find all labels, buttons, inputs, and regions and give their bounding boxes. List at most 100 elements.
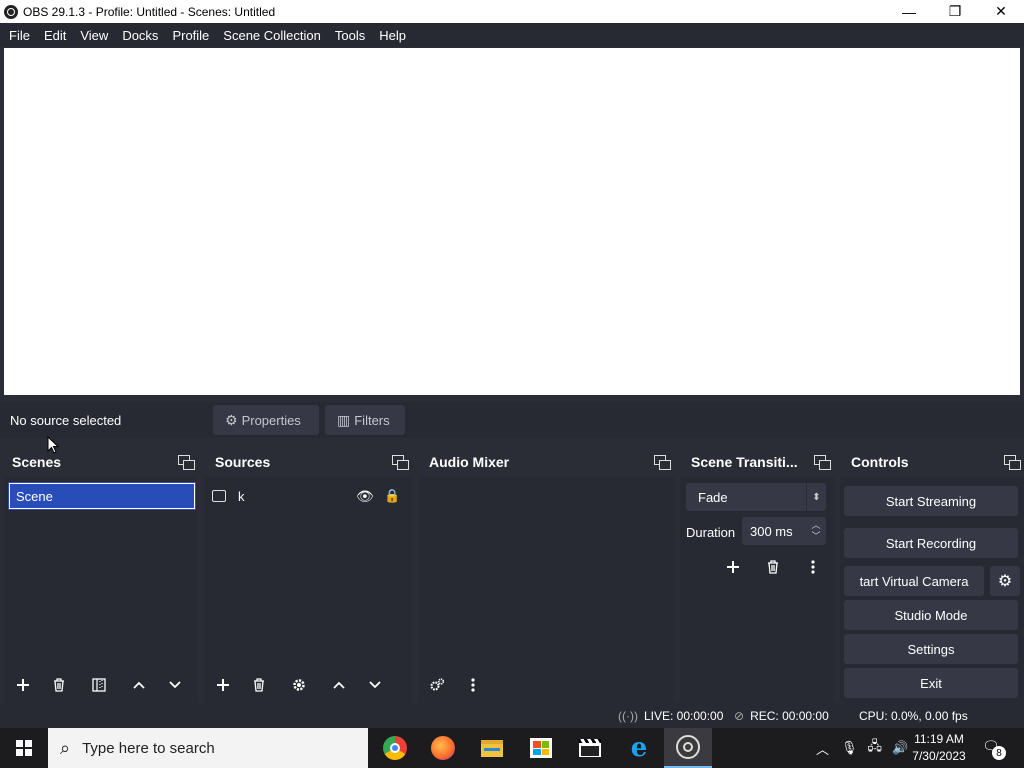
folder-icon bbox=[481, 739, 503, 757]
preview-canvas[interactable] bbox=[4, 48, 1020, 395]
scenes-title: Scenes bbox=[12, 454, 62, 470]
add-source-button[interactable] bbox=[208, 671, 238, 699]
gears-icon bbox=[430, 678, 445, 691]
start-recording-button[interactable]: Start Recording bbox=[844, 528, 1018, 558]
close-button[interactable]: ✕ bbox=[978, 0, 1024, 23]
lock-icon[interactable]: 🔒 bbox=[384, 488, 400, 504]
ie-icon: e bbox=[630, 733, 648, 763]
sources-dock: Sources k 👁 🔒 bbox=[204, 447, 412, 703]
live-status: ((·)) LIVE: 00:00:00 bbox=[618, 709, 723, 723]
move-source-up-button[interactable] bbox=[324, 671, 354, 699]
properties-label: Properties bbox=[241, 412, 301, 428]
start-button[interactable] bbox=[0, 728, 48, 768]
duration-value: 300 ms bbox=[750, 523, 793, 539]
taskbar-file-explorer[interactable] bbox=[468, 728, 516, 768]
start-virtual-camera-button[interactable]: tart Virtual Camera bbox=[844, 566, 984, 596]
menu-scene-collection[interactable]: Scene Collection bbox=[218, 28, 326, 43]
virtual-camera-settings-button[interactable]: ⚙ bbox=[990, 566, 1020, 596]
monitor-icon bbox=[212, 490, 226, 502]
clapperboard-icon bbox=[579, 739, 601, 757]
move-scene-down-button[interactable] bbox=[160, 671, 190, 699]
trash-icon bbox=[254, 678, 264, 692]
remove-source-button[interactable] bbox=[244, 671, 274, 699]
undock-icon[interactable] bbox=[178, 455, 195, 470]
menu-file[interactable]: File bbox=[4, 28, 35, 43]
maximize-button[interactable]: ❐ bbox=[932, 0, 978, 23]
exit-button[interactable]: Exit bbox=[844, 668, 1018, 698]
menu-docks[interactable]: Docks bbox=[117, 28, 163, 43]
menu-profile[interactable]: Profile bbox=[167, 28, 214, 43]
taskbar-obs[interactable] bbox=[664, 728, 712, 768]
show-hidden-icons-chevron-icon[interactable]: ︿ bbox=[816, 739, 829, 758]
start-streaming-button[interactable]: Start Streaming bbox=[844, 486, 1018, 516]
remove-transition-button[interactable] bbox=[758, 553, 788, 581]
source-status: No source selected bbox=[10, 413, 122, 428]
plus-icon bbox=[17, 679, 29, 691]
settings-button[interactable]: Settings bbox=[844, 634, 1018, 664]
windows-taskbar: ⌕ Type here to search e ︿ 🎙 🖧 🔊 11:19 AM… bbox=[0, 728, 1024, 768]
chevron-down-icon bbox=[169, 681, 181, 689]
context-bar: No source selected ⚙ Properties ▥ Filter… bbox=[0, 402, 1024, 438]
title-bar: OBS 29.1.3 - Profile: Untitled - Scenes:… bbox=[0, 0, 1024, 23]
transition-menu-button[interactable] bbox=[798, 553, 828, 581]
menu-edit[interactable]: Edit bbox=[39, 28, 71, 43]
filter-icon: ▥ bbox=[337, 411, 351, 428]
taskbar-search[interactable]: ⌕ Type here to search bbox=[48, 728, 368, 768]
transitions-title: Scene Transiti... bbox=[691, 454, 798, 470]
taskbar-chrome[interactable] bbox=[371, 728, 419, 768]
spin-arrows-icon[interactable]: ︿ ﹀ bbox=[806, 517, 826, 545]
mouse-cursor-icon bbox=[47, 436, 59, 454]
source-properties-button[interactable] bbox=[284, 671, 314, 699]
search-placeholder: Type here to search bbox=[82, 739, 215, 757]
audio-menu-button[interactable] bbox=[458, 671, 488, 699]
plus-icon bbox=[727, 561, 739, 573]
move-source-down-button[interactable] bbox=[360, 671, 390, 699]
taskbar-store[interactable] bbox=[517, 728, 565, 768]
status-bar: ((·)) LIVE: 00:00:00 ⊘ REC: 00:00:00 CPU… bbox=[0, 703, 1024, 728]
action-center-button[interactable]: 🗨 8 bbox=[982, 738, 1006, 760]
clock-time: 11:19 AM bbox=[914, 732, 964, 746]
search-icon: ⌕ bbox=[60, 737, 71, 758]
add-scene-button[interactable] bbox=[8, 671, 38, 699]
menu-view[interactable]: View bbox=[75, 28, 113, 43]
network-icon[interactable]: 🖧 bbox=[868, 737, 883, 759]
properties-button[interactable]: ⚙ Properties bbox=[213, 405, 319, 435]
audio-mixer-dock: Audio Mixer bbox=[418, 447, 674, 703]
taskbar-internet-explorer[interactable]: e bbox=[615, 728, 663, 768]
scene-list-item[interactable]: Scene bbox=[8, 482, 196, 510]
transition-select[interactable]: Fade ⬍ bbox=[686, 483, 826, 511]
filters-button[interactable]: ▥ Filters bbox=[325, 405, 405, 435]
studio-mode-button[interactable]: Studio Mode bbox=[844, 600, 1018, 630]
menu-bar: File Edit View Docks Profile Scene Colle… bbox=[0, 23, 1024, 47]
audio-mixer-title: Audio Mixer bbox=[429, 454, 510, 470]
chevron-up-icon bbox=[333, 681, 345, 689]
undock-icon[interactable] bbox=[392, 455, 409, 470]
taskbar-firefox[interactable] bbox=[419, 728, 467, 768]
chevron-down-icon bbox=[369, 681, 381, 689]
undock-icon[interactable] bbox=[1004, 455, 1021, 470]
taskbar-video-editor[interactable] bbox=[566, 728, 614, 768]
microphone-icon[interactable]: 🎙 bbox=[841, 740, 858, 756]
minimize-button[interactable]: — bbox=[886, 0, 932, 23]
duration-spinbox[interactable]: 300 ms ︿ ﹀ bbox=[742, 517, 826, 545]
undock-icon[interactable] bbox=[654, 455, 671, 470]
window-title: OBS 29.1.3 - Profile: Untitled - Scenes:… bbox=[23, 4, 276, 19]
transition-selected: Fade bbox=[698, 489, 728, 505]
move-scene-up-button[interactable] bbox=[124, 671, 154, 699]
source-list-item[interactable]: k 👁 🔒 bbox=[212, 483, 402, 509]
rec-time: REC: 00:00:00 bbox=[750, 709, 829, 723]
scene-filters-button[interactable] bbox=[84, 671, 114, 699]
controls-title: Controls bbox=[851, 454, 909, 470]
obs-logo-icon bbox=[4, 4, 18, 19]
menu-tools[interactable]: Tools bbox=[330, 28, 370, 43]
source-name: k bbox=[238, 488, 245, 504]
visibility-eye-icon[interactable]: 👁 bbox=[356, 488, 374, 505]
advanced-audio-button[interactable] bbox=[422, 671, 452, 699]
undock-icon[interactable] bbox=[814, 455, 831, 470]
up-down-arrow-icon: ⬍ bbox=[806, 483, 826, 511]
taskbar-clock[interactable]: 11:19 AM 7/30/2023 bbox=[906, 731, 972, 765]
remove-scene-button[interactable] bbox=[44, 671, 74, 699]
add-transition-button[interactable] bbox=[718, 553, 748, 581]
trash-icon bbox=[768, 560, 778, 574]
menu-help[interactable]: Help bbox=[374, 28, 411, 43]
